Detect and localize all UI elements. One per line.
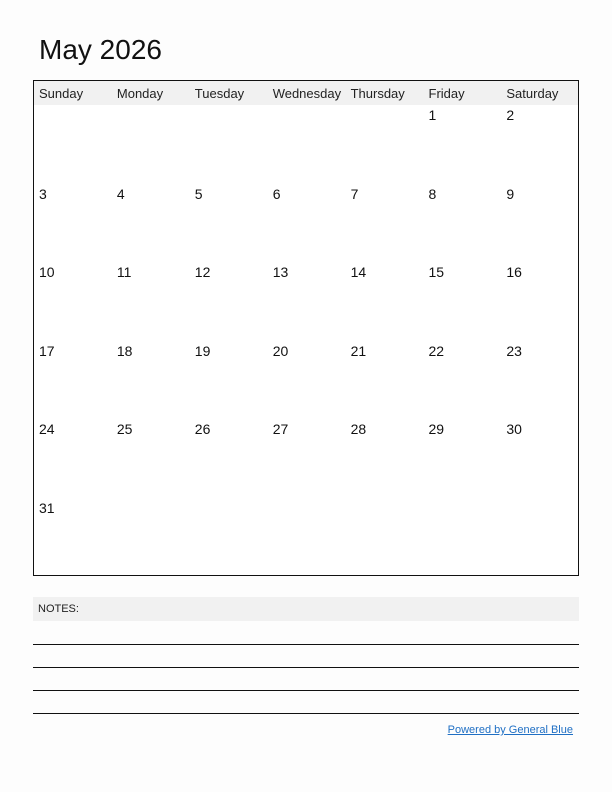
day-cell[interactable]: 11 xyxy=(117,264,132,280)
day-cell[interactable]: 14 xyxy=(351,264,367,280)
day-cell[interactable]: 1 xyxy=(429,107,437,123)
notes-line[interactable] xyxy=(33,644,579,645)
day-cell[interactable]: 25 xyxy=(117,421,133,437)
calendar-grid: Sunday Monday Tuesday Wednesday Thursday Frid… xyxy=(33,80,579,576)
day-cell[interactable]: 10 xyxy=(39,264,55,280)
day-cell[interactable]: 5 xyxy=(195,186,203,202)
day-cell[interactable]: 22 xyxy=(429,343,445,359)
weekday-sunday: Sunday xyxy=(39,86,84,101)
day-cell[interactable]: 23 xyxy=(506,343,522,359)
day-cell[interactable]: 24 xyxy=(39,421,55,437)
weekday-tuesday: Tuesday xyxy=(194,86,245,101)
notes-line[interactable] xyxy=(33,667,579,668)
notes-header: NOTES: xyxy=(33,597,579,621)
day-cell[interactable]: 2 xyxy=(506,107,514,123)
day-cell[interactable]: 20 xyxy=(273,343,289,359)
weekday-saturday: Saturday xyxy=(506,86,559,101)
day-cell[interactable]: 19 xyxy=(195,343,211,359)
day-cell[interactable]: 4 xyxy=(117,186,125,202)
day-cell[interactable]: 16 xyxy=(506,264,522,280)
day-cell[interactable]: 27 xyxy=(273,421,289,437)
day-cell[interactable]: 17 xyxy=(39,343,55,359)
day-cell[interactable]: 31 xyxy=(39,500,55,516)
day-cell[interactable]: 9 xyxy=(506,186,514,202)
weekday-friday: Friday xyxy=(428,86,465,101)
weekday-wednesday: Wednesday xyxy=(272,86,342,101)
weekday-monday: Monday xyxy=(116,86,164,101)
day-cell[interactable]: 29 xyxy=(429,421,445,437)
day-cell[interactable]: 15 xyxy=(429,264,445,280)
day-cell[interactable]: 8 xyxy=(429,186,437,202)
day-cell[interactable]: 12 xyxy=(195,264,211,280)
day-cell[interactable]: 30 xyxy=(506,421,522,437)
notes-label: NOTES: xyxy=(38,603,79,615)
day-cell[interactable]: 18 xyxy=(117,343,133,359)
day-cell[interactable]: 6 xyxy=(273,186,281,202)
weekday-header: Sunday Monday Tuesday Wednesday Thursday Frid… xyxy=(34,81,578,105)
day-cell[interactable]: 13 xyxy=(273,264,289,280)
day-cell[interactable]: 7 xyxy=(351,186,359,202)
day-cell[interactable]: 3 xyxy=(39,186,47,202)
notes-line[interactable] xyxy=(33,690,579,691)
day-cell[interactable]: 28 xyxy=(351,421,367,437)
calendar-title: May 2026 xyxy=(39,34,162,65)
day-cell[interactable]: 21 xyxy=(351,343,367,359)
powered-by-link[interactable]: Powered by General Blue xyxy=(448,724,573,736)
notes-line[interactable] xyxy=(33,713,579,714)
day-cell[interactable]: 26 xyxy=(195,421,211,437)
weekday-thursday: Thursday xyxy=(350,86,405,101)
